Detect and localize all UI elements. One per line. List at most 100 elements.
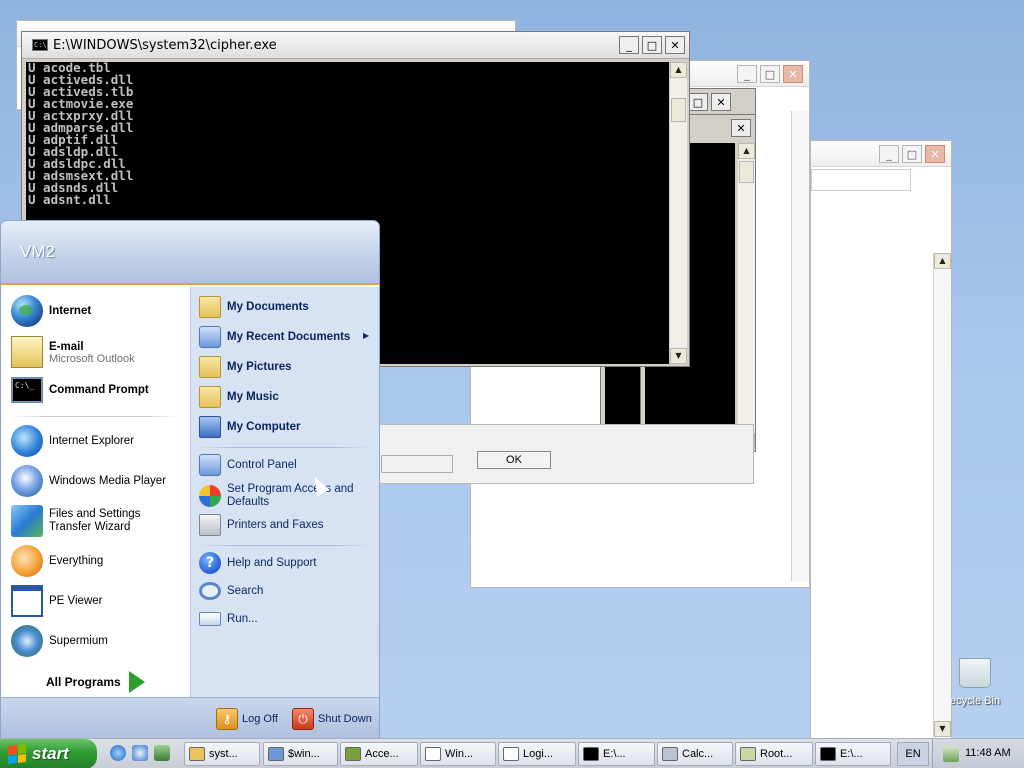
- close-icon[interactable]: ✕: [731, 119, 751, 137]
- place-item-my-computer[interactable]: My Computer: [199, 416, 300, 438]
- scroll-thumb[interactable]: [739, 161, 754, 183]
- close-icon[interactable]: ✕: [665, 36, 685, 54]
- program-access-icon: [199, 485, 221, 507]
- scroll-up-arrow-icon[interactable]: ▲: [670, 62, 687, 78]
- scroll-up-arrow-icon[interactable]: ▲: [738, 143, 755, 159]
- taskbar-task-button[interactable]: $win...: [263, 742, 338, 766]
- places-separator: [199, 447, 369, 448]
- windows-flag-icon: [8, 744, 26, 764]
- shut-down-button[interactable]: ⏻ Shut Down: [292, 708, 372, 730]
- quick-launch-browser-icon[interactable]: [132, 745, 148, 761]
- task-app-icon: [425, 747, 441, 761]
- clock[interactable]: 11:48 AM: [965, 747, 1011, 759]
- recent-item-label: Files and Settings Transfer Wizard: [49, 508, 141, 533]
- close-icon[interactable]: ✕: [925, 145, 945, 163]
- internet-globe-icon: [11, 295, 43, 327]
- search-magnifier-icon: [11, 545, 43, 577]
- task-app-icon: [740, 747, 756, 761]
- background-window-3-scrollbar[interactable]: ▲ ▼: [933, 253, 951, 737]
- taskbar-task-button[interactable]: Calc...: [657, 742, 733, 766]
- settings-item-label: Control Panel: [227, 459, 297, 471]
- settings-item-set-program-access[interactable]: Set Program Access and Defaults: [199, 483, 357, 509]
- green-arrow-icon: [128, 671, 145, 693]
- pinned-item-command-prompt[interactable]: C:\_ Command Prompt: [11, 377, 149, 403]
- taskbar-task-button[interactable]: E:\...: [578, 742, 655, 766]
- quick-launch-ie-icon[interactable]: [110, 745, 126, 761]
- recent-item-label: PE Viewer: [49, 595, 103, 607]
- system-tray: 11:48 AM: [932, 739, 1024, 768]
- ok-button[interactable]: OK: [477, 451, 551, 469]
- pinned-item-label: E-mail: [49, 340, 84, 353]
- start-label: start: [32, 744, 69, 763]
- background-window-3: _ □ ✕ ▲ ▼: [810, 140, 952, 740]
- address-field[interactable]: [811, 169, 911, 191]
- maximize-icon[interactable]: □: [688, 93, 708, 111]
- taskbar-task-button[interactable]: Win...: [420, 742, 496, 766]
- shut-down-label: Shut Down: [318, 713, 372, 725]
- scroll-down-arrow-icon[interactable]: ▼: [670, 348, 687, 364]
- minimize-icon[interactable]: _: [879, 145, 899, 163]
- recycle-bin-icon[interactable]: [959, 658, 991, 688]
- language-indicator[interactable]: EN: [897, 742, 929, 766]
- network-tray-icon[interactable]: [943, 746, 959, 762]
- recent-item-pe-viewer[interactable]: PE Viewer: [11, 585, 102, 617]
- recycle-bin-label[interactable]: ecycle Bin: [950, 695, 1000, 707]
- minimize-icon[interactable]: _: [619, 36, 639, 54]
- scroll-up-arrow-icon[interactable]: ▲: [934, 253, 951, 269]
- place-item-my-pictures[interactable]: My Pictures: [199, 356, 292, 378]
- place-item-label: My Computer: [227, 421, 301, 433]
- recent-item-supermium[interactable]: Supermium: [11, 625, 108, 657]
- quick-launch-desktop-icon[interactable]: [154, 745, 170, 761]
- maximize-icon[interactable]: □: [902, 145, 922, 163]
- command-prompt-icon: C:\_: [11, 377, 43, 403]
- console-scrollbar[interactable]: ▲ ▼: [669, 62, 687, 364]
- dialog-field[interactable]: [381, 455, 453, 473]
- close-icon[interactable]: ✕: [783, 65, 803, 83]
- log-off-button[interactable]: ⚷ Log Off: [216, 708, 278, 730]
- recent-item-everything[interactable]: Everything: [11, 545, 103, 577]
- start-button[interactable]: start: [0, 739, 97, 768]
- place-item-my-recent-documents[interactable]: My Recent Documents: [199, 326, 350, 348]
- maximize-icon[interactable]: □: [760, 65, 780, 83]
- all-programs-button[interactable]: All Programs: [46, 671, 145, 693]
- scroll-down-arrow-icon[interactable]: ▼: [934, 721, 951, 737]
- background-window-2-scrollbar[interactable]: [791, 111, 809, 581]
- transfer-wizard-icon: [11, 505, 43, 537]
- recent-item-windows-media-player[interactable]: Windows Media Player: [11, 465, 166, 497]
- taskbar-task-button[interactable]: Acce...: [340, 742, 418, 766]
- console-behind-2-scrollbar[interactable]: ▲ ▼: [737, 143, 755, 449]
- taskbar: start syst... $win... Acce... Win... Logi...…: [0, 738, 1024, 768]
- pinned-item-internet[interactable]: Internet: [11, 295, 91, 327]
- submenu-arrow-icon: ▶: [363, 331, 370, 340]
- recent-item-internet-explorer[interactable]: Internet Explorer: [11, 425, 134, 457]
- tool-item-run[interactable]: Run...: [199, 612, 258, 626]
- tool-item-label: Run...: [227, 613, 258, 625]
- background-window-3-titlebar[interactable]: _ □ ✕: [811, 141, 951, 167]
- maximize-icon[interactable]: □: [642, 36, 662, 54]
- place-item-my-documents[interactable]: My Documents: [199, 296, 309, 318]
- settings-item-control-panel[interactable]: Control Panel: [199, 454, 297, 476]
- tool-item-search[interactable]: Search: [199, 582, 263, 600]
- taskbar-task-button[interactable]: Root...: [735, 742, 813, 766]
- recent-item-files-settings-transfer[interactable]: Files and Settings Transfer Wizard: [11, 505, 184, 537]
- task-label: Win...: [445, 748, 474, 760]
- taskbar-task-button[interactable]: syst...: [184, 742, 260, 766]
- log-off-label: Log Off: [242, 713, 278, 725]
- taskbar-task-button[interactable]: Logi...: [498, 742, 576, 766]
- minimize-icon[interactable]: _: [737, 65, 757, 83]
- settings-item-printers-faxes[interactable]: Printers and Faxes: [199, 514, 324, 536]
- task-app-icon: [268, 747, 284, 761]
- place-item-label: My Pictures: [227, 361, 292, 373]
- pinned-item-label: Command Prompt: [49, 384, 149, 396]
- recent-documents-icon: [199, 326, 221, 348]
- supermium-browser-icon: [11, 625, 43, 657]
- scroll-thumb[interactable]: [671, 98, 686, 122]
- place-item-my-music[interactable]: My Music: [199, 386, 279, 408]
- console-titlebar[interactable]: C:\ E:\WINDOWS\system32\cipher.exe _ □ ✕: [22, 32, 689, 59]
- tool-item-help-support[interactable]: ? Help and Support: [199, 552, 317, 574]
- console-title: E:\WINDOWS\system32\cipher.exe: [53, 38, 277, 53]
- taskbar-task-button[interactable]: E:\...: [815, 742, 891, 766]
- printer-icon: [199, 514, 221, 536]
- pinned-item-email[interactable]: E-mail Microsoft Outlook: [11, 336, 135, 368]
- close-icon[interactable]: ✕: [711, 93, 731, 111]
